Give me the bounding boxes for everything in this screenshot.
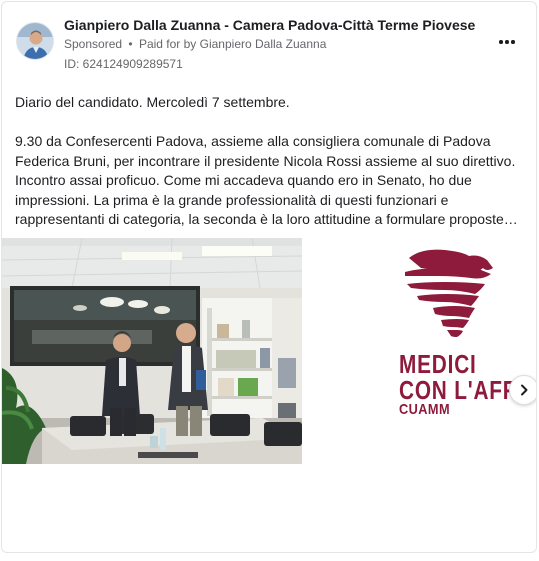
sponsor-meta: Sponsored • Paid for by Gianpiero Dalla … xyxy=(64,37,326,51)
media-carousel[interactable]: MEDICI CON L'AFR CUAMM xyxy=(2,238,536,464)
post-line: Diario del candidato. Mercoledì 7 settem… xyxy=(15,94,290,110)
page-avatar[interactable] xyxy=(16,22,54,60)
carousel-next-button[interactable] xyxy=(509,375,536,405)
post-line: rappresentanti di categoria, la seconda … xyxy=(15,211,518,227)
separator-dot: • xyxy=(128,37,133,51)
post-line: Federica Bruni, per incontrare il presid… xyxy=(15,152,516,169)
chevron-right-icon xyxy=(521,384,528,396)
paid-for-label: Paid for by Gianpiero Dalla Zuanna xyxy=(138,37,327,51)
ad-card: Gianpiero Dalla Zuanna - Camera Padova-C… xyxy=(1,1,537,553)
carousel-slide-logo[interactable]: MEDICI CON L'AFR CUAMM xyxy=(395,238,536,464)
sponsored-label: Sponsored xyxy=(64,37,123,51)
ad-id: ID: 624124909289571 xyxy=(64,57,183,71)
more-horizontal-icon xyxy=(499,40,515,44)
more-options-button[interactable] xyxy=(493,30,521,54)
post-line: impressioni. La prima è la grande profes… xyxy=(15,191,449,208)
post-text: Diario del candidato. Mercoledì 7 settem… xyxy=(15,93,525,230)
africa-logo-mark xyxy=(405,249,493,337)
carousel-slide-photo[interactable] xyxy=(2,238,302,464)
post-line: 9.30 da Confesercenti Padova, assieme al… xyxy=(15,133,491,149)
logo-text-line3: CUAMM xyxy=(399,401,450,418)
post-line: Incontro assai proficuo. Come mi accadev… xyxy=(15,172,472,188)
page-name[interactable]: Gianpiero Dalla Zuanna - Camera Padova-C… xyxy=(64,17,475,33)
